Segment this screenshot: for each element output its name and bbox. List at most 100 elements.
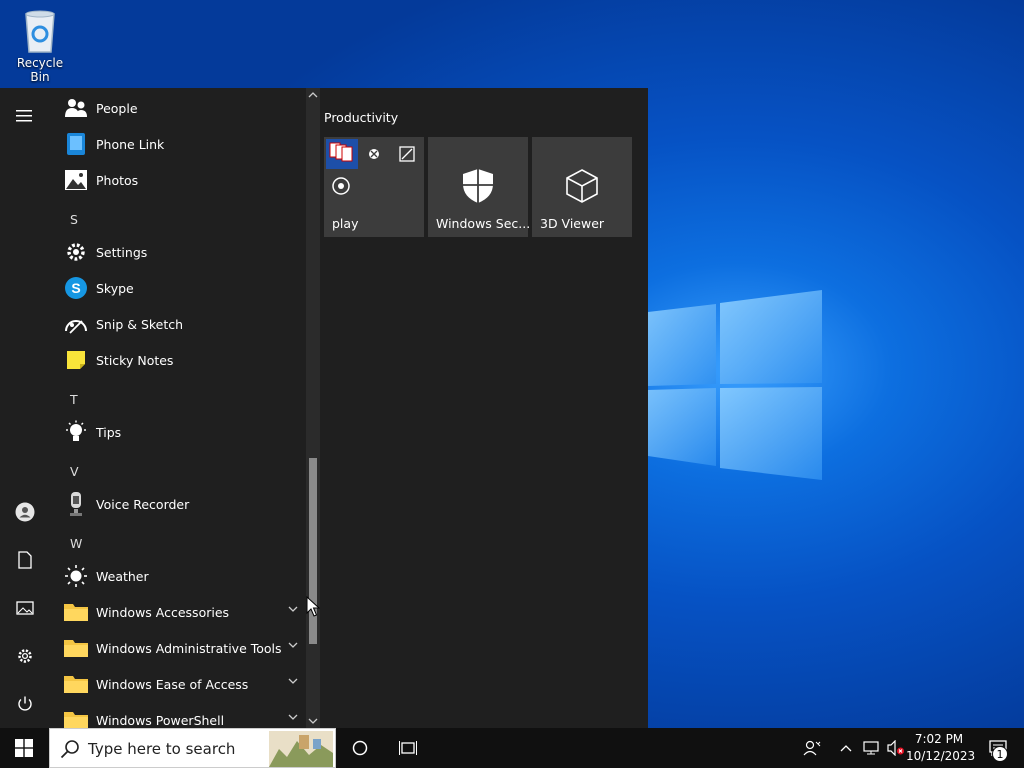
- taskbar-clock[interactable]: 7:02 PM 10/12/2023: [906, 731, 976, 765]
- app-phone-link[interactable]: Phone Link: [50, 126, 306, 162]
- network-icon: [863, 741, 879, 755]
- app-folder-windows-powershell[interactable]: Windows PowerShell: [50, 702, 306, 728]
- app-list-scrollbar[interactable]: [306, 88, 320, 728]
- start-menu: People Phone Link Photos S Settings S Sk…: [0, 88, 648, 728]
- chevron-up-icon: [840, 745, 852, 752]
- tips-bulb-icon: [63, 419, 89, 445]
- tile-label: play: [332, 216, 359, 231]
- search-placeholder: Type here to search: [88, 740, 236, 758]
- sticky-notes-icon: [63, 347, 89, 373]
- play-folder-icons: [326, 139, 415, 195]
- people-icon: [803, 740, 821, 756]
- chevron-down-icon[interactable]: [288, 642, 298, 649]
- phone-link-icon: [63, 131, 89, 157]
- scroll-up-arrow-icon[interactable]: [308, 90, 318, 100]
- app-sticky-notes[interactable]: Sticky Notes: [50, 342, 306, 378]
- start-left-rail: [0, 88, 50, 728]
- settings-button[interactable]: [0, 636, 50, 676]
- app-label: People: [96, 100, 138, 116]
- chevron-down-icon[interactable]: [288, 714, 298, 721]
- user-icon: [15, 502, 35, 522]
- app-label: Tips: [96, 424, 122, 440]
- snip-sketch-icon: [63, 311, 89, 337]
- app-weather[interactable]: Weather: [50, 558, 306, 594]
- notification-count-badge: 1: [992, 746, 1008, 762]
- section-letter-w[interactable]: W: [70, 536, 82, 551]
- app-folder-windows-accessories[interactable]: Windows Accessories: [50, 594, 306, 630]
- app-skype[interactable]: S Skype: [50, 270, 306, 306]
- mouse-cursor-icon: [306, 596, 320, 617]
- folder-icon: [63, 707, 89, 728]
- app-people[interactable]: People: [50, 90, 306, 126]
- chevron-down-icon[interactable]: [288, 606, 298, 613]
- folder-icon: [63, 599, 89, 625]
- app-label: Weather: [96, 568, 149, 584]
- shield-icon: [463, 169, 493, 203]
- tiles-area: Productivity play Windows Sec... 3D View…: [320, 88, 648, 728]
- expand-menu-button[interactable]: [0, 96, 50, 136]
- app-label: Voice Recorder: [96, 496, 190, 512]
- folder-icon: [63, 635, 89, 661]
- app-tips[interactable]: Tips: [50, 414, 306, 450]
- recycle-bin[interactable]: Recycle Bin: [8, 6, 72, 84]
- windows-logo-icon: [15, 739, 33, 757]
- task-view-button[interactable]: [386, 728, 430, 768]
- taskbar-search-box[interactable]: Type here to search: [49, 728, 336, 768]
- windows-wallpaper-logo: [648, 290, 822, 480]
- app-folder-windows-admin-tools[interactable]: Windows Administrative Tools: [50, 630, 306, 666]
- tile-windows-security[interactable]: Windows Sec...: [428, 137, 531, 237]
- skype-icon: S: [63, 275, 89, 301]
- people-icon: [63, 95, 89, 121]
- search-highlight-illustration: [269, 731, 333, 767]
- tile-play[interactable]: play: [324, 137, 424, 237]
- scroll-down-arrow-icon[interactable]: [308, 716, 318, 726]
- task-view-icon: [399, 741, 417, 755]
- app-label: Windows Ease of Access: [96, 676, 249, 692]
- app-label: Windows Accessories: [96, 604, 230, 620]
- tile-group-title[interactable]: Productivity: [324, 110, 398, 125]
- user-account-button[interactable]: [0, 492, 50, 532]
- pictures-button[interactable]: [0, 588, 50, 628]
- settings-gear-icon: [63, 239, 89, 265]
- folder-icon: [63, 671, 89, 697]
- cube-icon: [566, 169, 598, 203]
- tile-label: Windows Sec...: [436, 216, 531, 231]
- section-letter-v[interactable]: V: [70, 464, 79, 479]
- power-icon: [18, 696, 32, 711]
- app-voice-recorder[interactable]: Voice Recorder: [50, 486, 306, 522]
- cortana-circle-icon: [352, 740, 368, 756]
- taskbar: Type here to search 7:02 PM 10/12/2023: [0, 728, 1024, 768]
- chevron-down-icon[interactable]: [288, 678, 298, 685]
- recycle-bin-icon: [25, 10, 55, 53]
- app-folder-windows-ease-of-access[interactable]: Windows Ease of Access: [50, 666, 306, 702]
- section-letter-s[interactable]: S: [70, 212, 78, 227]
- app-label: Skype: [96, 280, 134, 296]
- app-photos[interactable]: Photos: [50, 162, 306, 198]
- section-letter-t[interactable]: T: [70, 392, 78, 407]
- sun-icon: [63, 563, 89, 589]
- clock-time: 7:02 PM: [914, 732, 964, 746]
- app-label: Sticky Notes: [96, 352, 174, 368]
- app-list: People Phone Link Photos S Settings S Sk…: [50, 88, 306, 728]
- start-button[interactable]: [0, 728, 48, 768]
- documents-button[interactable]: [0, 540, 50, 580]
- app-settings[interactable]: Settings: [50, 234, 306, 270]
- cortana-button[interactable]: [338, 728, 382, 768]
- volume-muted-icon: [887, 740, 904, 756]
- hamburger-menu-icon: [16, 110, 32, 122]
- tile-label: 3D Viewer: [540, 216, 605, 231]
- documents-icon: [18, 551, 32, 569]
- microphone-icon: [63, 491, 89, 517]
- recycle-bin-label: Recycle Bin: [16, 56, 64, 84]
- tile-3d-viewer[interactable]: 3D Viewer: [532, 137, 632, 237]
- app-label: Settings: [96, 244, 148, 260]
- photos-icon: [63, 167, 89, 193]
- power-button[interactable]: [0, 684, 50, 724]
- app-snip-sketch[interactable]: Snip & Sketch: [50, 306, 306, 342]
- settings-icon: [18, 649, 32, 663]
- svg-text:S: S: [71, 280, 80, 296]
- clock-date: 10/12/2023: [906, 749, 976, 763]
- search-icon: [60, 740, 79, 759]
- pictures-icon: [16, 601, 34, 615]
- app-label: Phone Link: [96, 136, 165, 152]
